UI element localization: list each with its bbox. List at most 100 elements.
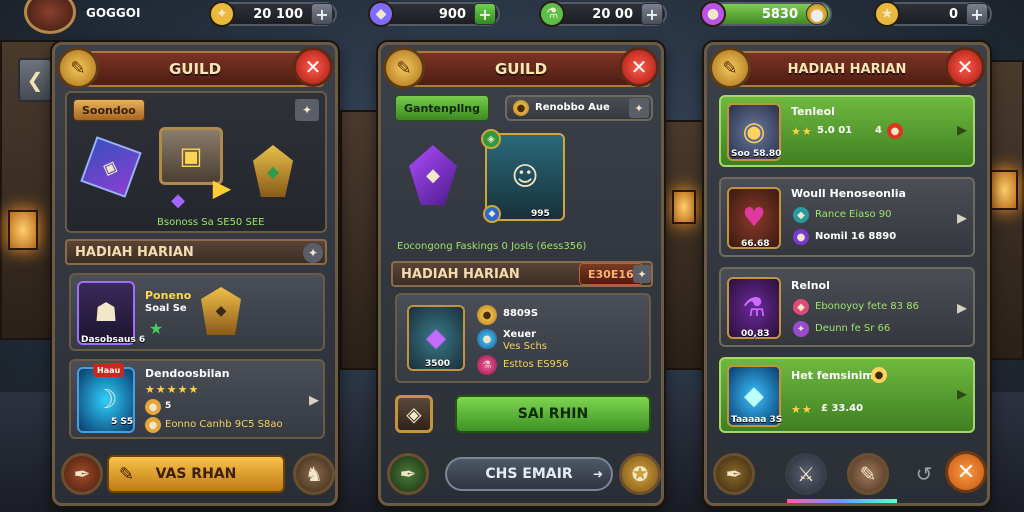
guild-medal-icon: ✎ [57, 47, 99, 89]
row-sub-1: Ebonoyoy fete 83 86 [815, 301, 919, 312]
row-badge: 00,83 [741, 329, 770, 339]
chevron-right-icon[interactable]: ▸ [957, 295, 967, 319]
daily-reward-item-2[interactable]: ☽ Haau 5 S5 Dendoosbilan ★★★★★ ● 5 ● Eon… [69, 359, 325, 439]
reward-list-box: ◆ 3500 ● 8809S ● Xeuer Ves Schs ⚗ Esttos… [395, 293, 651, 383]
item-sub: Soal Se [145, 303, 187, 314]
row-badge: Soo 58.80 [731, 149, 782, 159]
sparkle-icon[interactable]: ✦ [303, 243, 323, 263]
row-badge: 66.68 [741, 239, 770, 249]
shield-icon: ◈ [481, 129, 501, 149]
reward-row-2[interactable]: ♥ 66.68 Woull Henoseonlia ◆ Rance Eiaso … [719, 177, 975, 257]
rune-icon: ✦ [793, 321, 809, 337]
purple-gem-icon: ◆ [171, 189, 185, 211]
row-title: Woull Henoseonlia [791, 187, 906, 200]
item-name: Dendoosbilan [145, 367, 230, 380]
coin-icon: ● [513, 100, 529, 116]
rating-stars: ★★★★★ [145, 383, 200, 396]
feather-button[interactable]: ✒ [387, 453, 429, 495]
potion-icon: ⚗ [539, 1, 565, 27]
panel-title: HADIAH HARIAN [717, 51, 977, 87]
reward-row-1[interactable]: ◉ Soo 58.80 Tenleol ★★ 5.0 01 4 ● ▸ [719, 95, 975, 167]
close-round-button[interactable]: ✕ [945, 451, 987, 493]
item-badge: Dasobsaus 6 [81, 335, 146, 345]
background-house-right [985, 60, 1024, 360]
gem-icon: ◆ [483, 205, 501, 223]
close-button[interactable]: ✕ [945, 47, 985, 87]
bag-button[interactable]: ♞ [293, 453, 335, 495]
reward-row-2-sub: Ves Schs [503, 341, 547, 352]
daily-reward-item-1[interactable]: ☗ Dasobsaus 6 Poneno Soal Se ★ ◆ [69, 273, 325, 351]
add-stars-button[interactable]: + [966, 3, 988, 25]
orb-icon: ● [477, 329, 497, 349]
row-title: Tenleol [791, 105, 835, 118]
sparkle-icon[interactable]: ✦ [629, 98, 649, 118]
resource-potions: ⚗ 20 00 + [539, 1, 667, 27]
back-button[interactable]: ❮ [18, 58, 52, 102]
player-name: GOGGOI [86, 6, 141, 20]
chevron-right-icon[interactable]: ▸ [309, 387, 319, 411]
red-coin-icon: ● [887, 123, 903, 139]
row-sub-2: Nomil 16 8890 [815, 231, 897, 242]
reward-caption: Bsonoss Sa SE50 SEE [157, 217, 265, 228]
resource-gems: ◆ 900 + [368, 1, 500, 27]
row-sub-1: Rance Eiaso 90 [815, 209, 892, 220]
armor-button[interactable]: ⚔ [785, 453, 827, 495]
coin-label-box: ● Renobbo Aue ✦ [505, 95, 653, 121]
item-count-2: 5 [165, 401, 172, 411]
coin-icon: ● [145, 399, 161, 415]
item-count: 5 S5 [111, 417, 134, 427]
row-sub: £ 33.40 [821, 403, 864, 414]
reward-count: 3500 [425, 359, 451, 369]
hero-caption: Eocongong Faskings 0 Josls (6ess356) [397, 241, 587, 252]
reward-showcase: Soondoo ✦ ◈ ▣ ▶ ◆ ◆ Bsonoss Sa SE50 SEE [65, 91, 327, 233]
background-window [672, 190, 696, 224]
coin-icon: ● [145, 417, 161, 433]
hook-icon[interactable]: ↺ [903, 453, 945, 495]
add-potions-button[interactable]: + [641, 3, 663, 25]
gem-chest-button[interactable]: ◈ [395, 395, 433, 433]
reward-row-3[interactable]: ⚗ 00,83 Relnol ◆ Ebonoyoy fete 83 86 ✦ D… [719, 267, 975, 347]
guild-medal-icon: ✎ [383, 47, 425, 89]
add-gems-button[interactable]: + [474, 3, 496, 25]
green-action-button[interactable]: SAI RHIN [455, 395, 651, 433]
green-gem-icon: ◆ [253, 145, 293, 197]
resource-stars: ★ 0 + [874, 1, 992, 27]
row-title: Relnol [791, 279, 830, 292]
background-house-mid-left [340, 110, 378, 370]
gold-arrow-icon: ▶ [212, 174, 232, 202]
section-title: HADIAH HARIAN [65, 239, 327, 265]
rating-stars: ★★ [791, 403, 813, 416]
sparkle-icon[interactable]: ✦ [295, 99, 319, 121]
green-tag[interactable]: Gantenpllng [395, 95, 489, 121]
teal-gem-icon: ◆ [793, 207, 809, 223]
row-sub: 5.0 01 [817, 125, 853, 136]
background-window [990, 170, 1018, 210]
emblem-button[interactable]: ✪ [619, 453, 661, 495]
sparkle-icon[interactable]: ✦ [633, 265, 651, 283]
purple-orb-icon: ● [793, 229, 809, 245]
row-count: 4 [875, 125, 882, 136]
chevron-right-icon[interactable]: ▸ [957, 205, 967, 229]
crystal-cube-icon: ◈ [80, 136, 142, 198]
guild-medal-icon: ✎ [709, 47, 751, 89]
dagger-button[interactable]: ✎ [847, 453, 889, 495]
gold-coin-icon[interactable]: ● [806, 3, 828, 25]
chevron-right-icon[interactable]: ▸ [957, 117, 967, 141]
close-button[interactable]: ✕ [619, 47, 659, 87]
add-energy-button[interactable]: + [311, 3, 333, 25]
resource-coins: ● 5830 ● [700, 1, 832, 27]
row-badge: Taaaaa 3S [731, 415, 783, 425]
claim-button[interactable]: ✎ VAS RHAN [107, 455, 285, 493]
reward-row-4[interactable]: ◆ Taaaaa 3S Het femsinim ● ★★ £ 33.40 ▸ [719, 357, 975, 433]
reward-tag: Soondoo [73, 99, 145, 121]
chevron-right-icon[interactable]: ▸ [957, 381, 967, 405]
close-button[interactable]: ✕ [293, 47, 333, 87]
slate-action-button[interactable]: CHS EMAIR ➜ [445, 457, 613, 491]
feather-button[interactable]: ✒ [713, 453, 755, 495]
energy-icon: ✦ [209, 1, 235, 27]
background-house-mid-right [664, 120, 706, 370]
player-avatar[interactable] [24, 0, 76, 34]
gold-coin-icon: ● [871, 367, 887, 383]
feather-button[interactable]: ✒ [61, 453, 103, 495]
star-icon: ★ [874, 1, 900, 27]
